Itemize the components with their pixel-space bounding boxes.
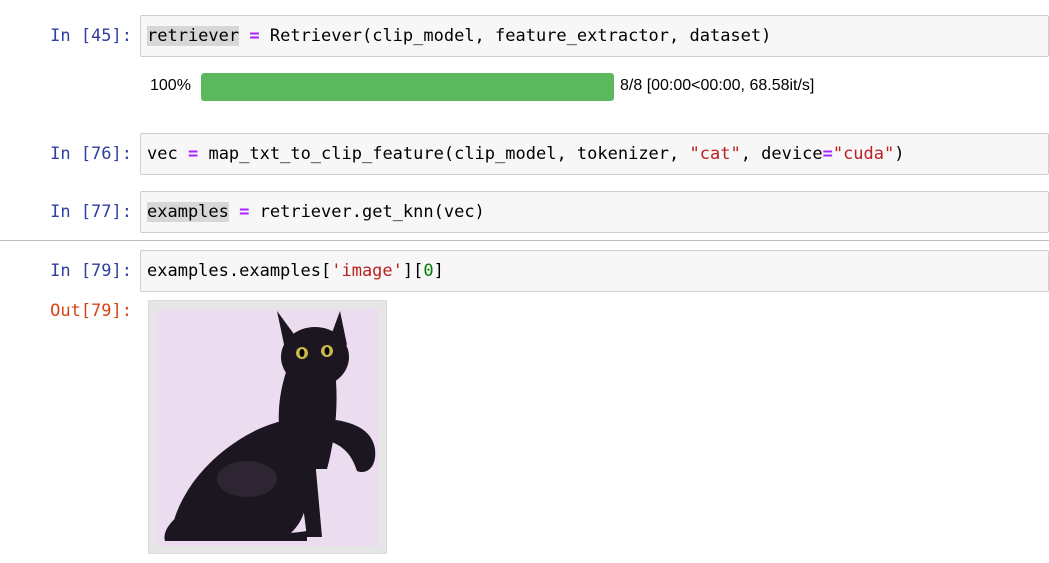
code-number: 0 (423, 261, 434, 281)
code-string: 'image' (331, 261, 403, 281)
code-string: "cuda" (832, 144, 895, 164)
code-cell-45[interactable]: retriever = Retriever(clip_model, featur… (140, 15, 1049, 57)
code-variable: retriever (147, 26, 240, 46)
input-prompt-45: In [45]: (50, 26, 132, 46)
code-cell-77[interactable]: examples = retriever.get_knn(vec) (140, 191, 1049, 233)
code-text: map_txt_to_clip_feature(clip_model, toke… (198, 144, 690, 164)
black-cat-image (157, 309, 378, 546)
progress-info: 8/8 [00:00<00:00, 68.58it/s] (620, 77, 815, 94)
input-prompt-77: In [77]: (50, 202, 132, 222)
output-prompt-79: Out[79]: (50, 301, 132, 321)
code-variable: vec (147, 144, 178, 164)
input-prompt-76: In [76]: (50, 144, 132, 164)
code-string: "cat" (689, 144, 741, 164)
code-operator: = (822, 144, 833, 164)
code-cell-76[interactable]: vec = map_txt_to_clip_feature(clip_model… (140, 133, 1049, 175)
input-prompt-79: In [79]: (50, 261, 132, 281)
code-operator: = (239, 202, 250, 222)
code-text: retriever.get_knn(vec) (249, 202, 485, 222)
code-text: , device (740, 144, 823, 164)
progress-bar-fill (201, 73, 614, 101)
code-text: Retriever(clip_model, feature_extractor,… (259, 26, 772, 46)
output-image (148, 300, 387, 554)
code-text: ] (433, 261, 444, 281)
cell-divider (0, 240, 1049, 241)
code-text: ) (894, 144, 905, 164)
cat-illustration (164, 311, 376, 541)
progress-bar (201, 73, 614, 101)
code-operator: = (249, 26, 260, 46)
code-operator: = (187, 144, 199, 164)
code-variable: examples (147, 202, 229, 222)
code-text: examples.examples[ (147, 261, 332, 281)
code-text: ][ (402, 261, 424, 281)
code-cell-79[interactable]: examples.examples['image'][0] (140, 250, 1049, 292)
progress-percent: 100% (150, 77, 191, 94)
